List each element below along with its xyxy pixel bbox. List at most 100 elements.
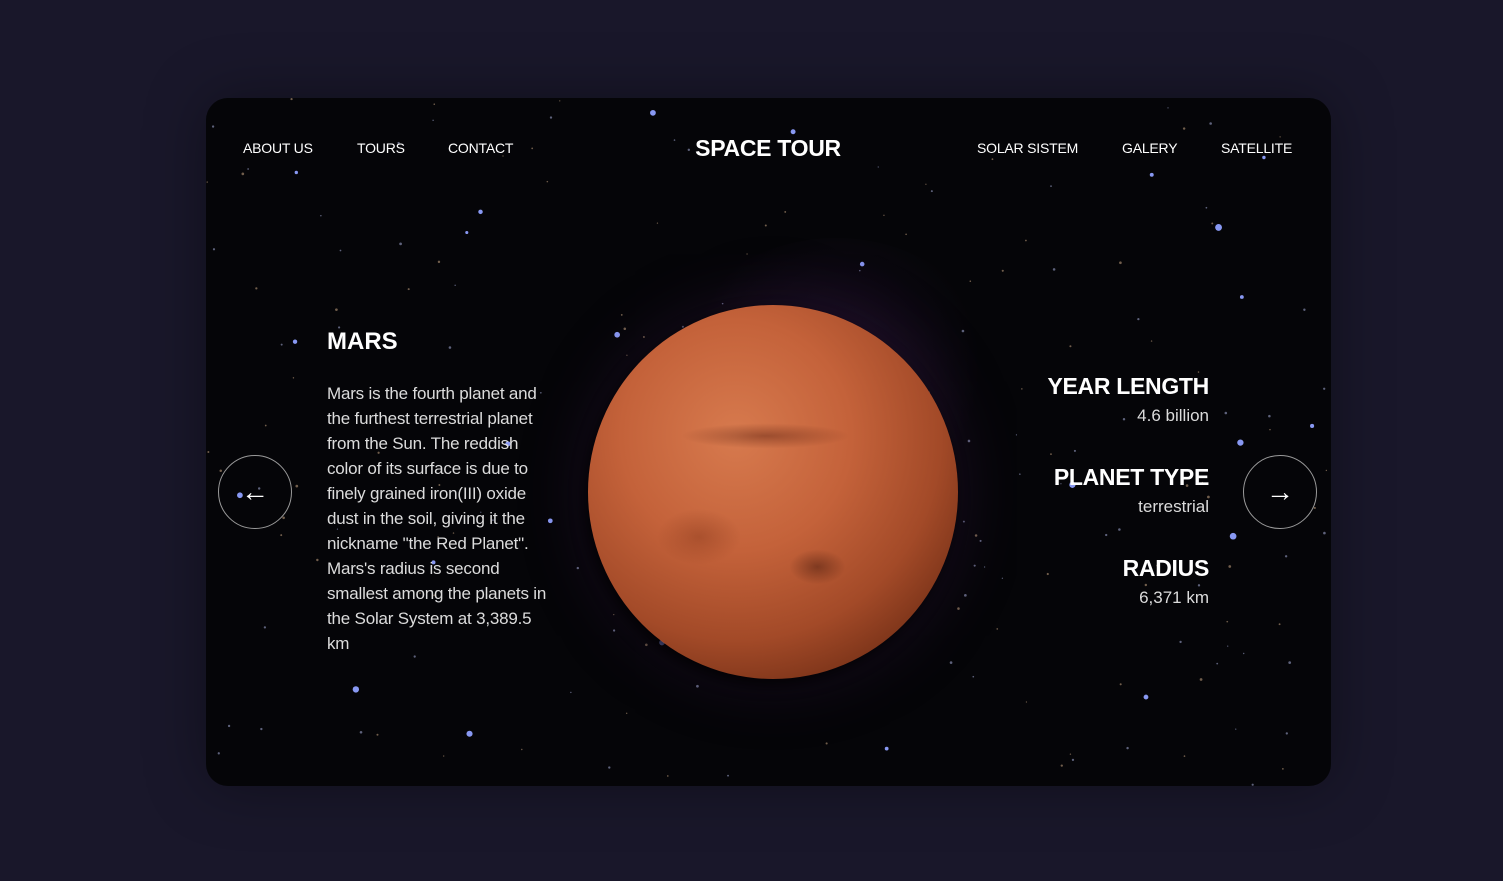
star (1149, 172, 1154, 177)
star (1228, 565, 1232, 568)
star (316, 558, 319, 562)
star (1325, 469, 1328, 472)
stat-label: RADIUS (1122, 555, 1210, 581)
star (260, 727, 263, 731)
next-button[interactable]: → (1243, 455, 1317, 529)
star (972, 675, 975, 678)
star (247, 168, 249, 170)
star (1216, 662, 1219, 665)
star (1025, 701, 1028, 703)
star (1310, 423, 1315, 428)
star (626, 354, 628, 356)
star (884, 746, 889, 751)
star (1179, 640, 1182, 644)
star (1183, 755, 1186, 757)
star (465, 230, 469, 235)
star (478, 209, 483, 215)
star (1046, 572, 1049, 576)
star (996, 628, 999, 630)
star (1284, 555, 1288, 558)
star (784, 210, 787, 213)
planet-name: MARS (327, 328, 398, 355)
star (905, 233, 907, 236)
star (1001, 269, 1004, 272)
mars-planet-image (588, 305, 958, 679)
star (212, 248, 216, 251)
star (295, 484, 299, 488)
star (521, 748, 523, 751)
star (1229, 532, 1237, 540)
stat-label: YEAR LENGTH (1047, 373, 1209, 399)
star (1071, 758, 1075, 762)
star (650, 109, 656, 116)
star (645, 643, 648, 647)
star (883, 214, 885, 216)
star (549, 116, 553, 119)
star (376, 733, 379, 736)
star (433, 103, 436, 105)
stat-radius: RADIUS 6,371 km (1122, 555, 1210, 608)
star (280, 343, 283, 346)
star (623, 327, 627, 331)
star (290, 98, 293, 101)
star (1288, 661, 1292, 664)
star (957, 607, 960, 610)
star (359, 730, 363, 734)
star (280, 534, 283, 537)
star (466, 730, 473, 737)
arrow-left-icon: ← (241, 476, 269, 507)
star (973, 564, 976, 567)
star (339, 249, 342, 252)
star (1211, 222, 1214, 225)
star (294, 170, 298, 175)
star (1150, 340, 1153, 342)
star (930, 190, 933, 193)
star (1323, 531, 1326, 535)
star (614, 331, 620, 338)
star (546, 180, 549, 183)
space-tour-card: ABOUT US TOURS CONTACT SOLAR SISTEM GALE… (206, 98, 1331, 786)
stat-year-length: YEAR LENGTH 4.6 billion (1047, 373, 1209, 426)
star (448, 346, 452, 349)
star (1137, 317, 1140, 321)
star (1215, 223, 1222, 231)
star (1119, 261, 1122, 265)
star (974, 534, 978, 537)
star (620, 314, 623, 316)
star (1239, 295, 1244, 299)
star (1118, 528, 1121, 531)
star (1019, 473, 1021, 475)
star (454, 284, 456, 286)
stat-value: 4.6 billion (1137, 406, 1209, 425)
star (217, 752, 220, 755)
star (407, 288, 410, 291)
stat-label: PLANET TYPE (1053, 464, 1209, 490)
star (1119, 683, 1122, 686)
star (399, 242, 402, 246)
star (608, 766, 611, 769)
stat-value: 6,371 km (1139, 588, 1209, 607)
star (292, 377, 295, 379)
star (570, 691, 572, 694)
brand-title[interactable]: SPACE TOUR (228, 135, 1308, 162)
star (1323, 387, 1326, 390)
star (979, 539, 982, 542)
star (1167, 107, 1169, 109)
star (1143, 694, 1149, 700)
star (613, 613, 615, 616)
star (962, 520, 965, 523)
star (282, 516, 285, 520)
star (1285, 732, 1288, 735)
star (983, 566, 986, 568)
star (643, 336, 645, 338)
star (1182, 127, 1186, 130)
star (352, 686, 360, 693)
star (1073, 449, 1077, 453)
star (264, 424, 267, 427)
prev-button[interactable]: ← (218, 455, 292, 529)
star (764, 224, 767, 227)
star (625, 712, 628, 714)
star (263, 626, 267, 629)
star (1278, 623, 1281, 626)
star (437, 260, 441, 264)
